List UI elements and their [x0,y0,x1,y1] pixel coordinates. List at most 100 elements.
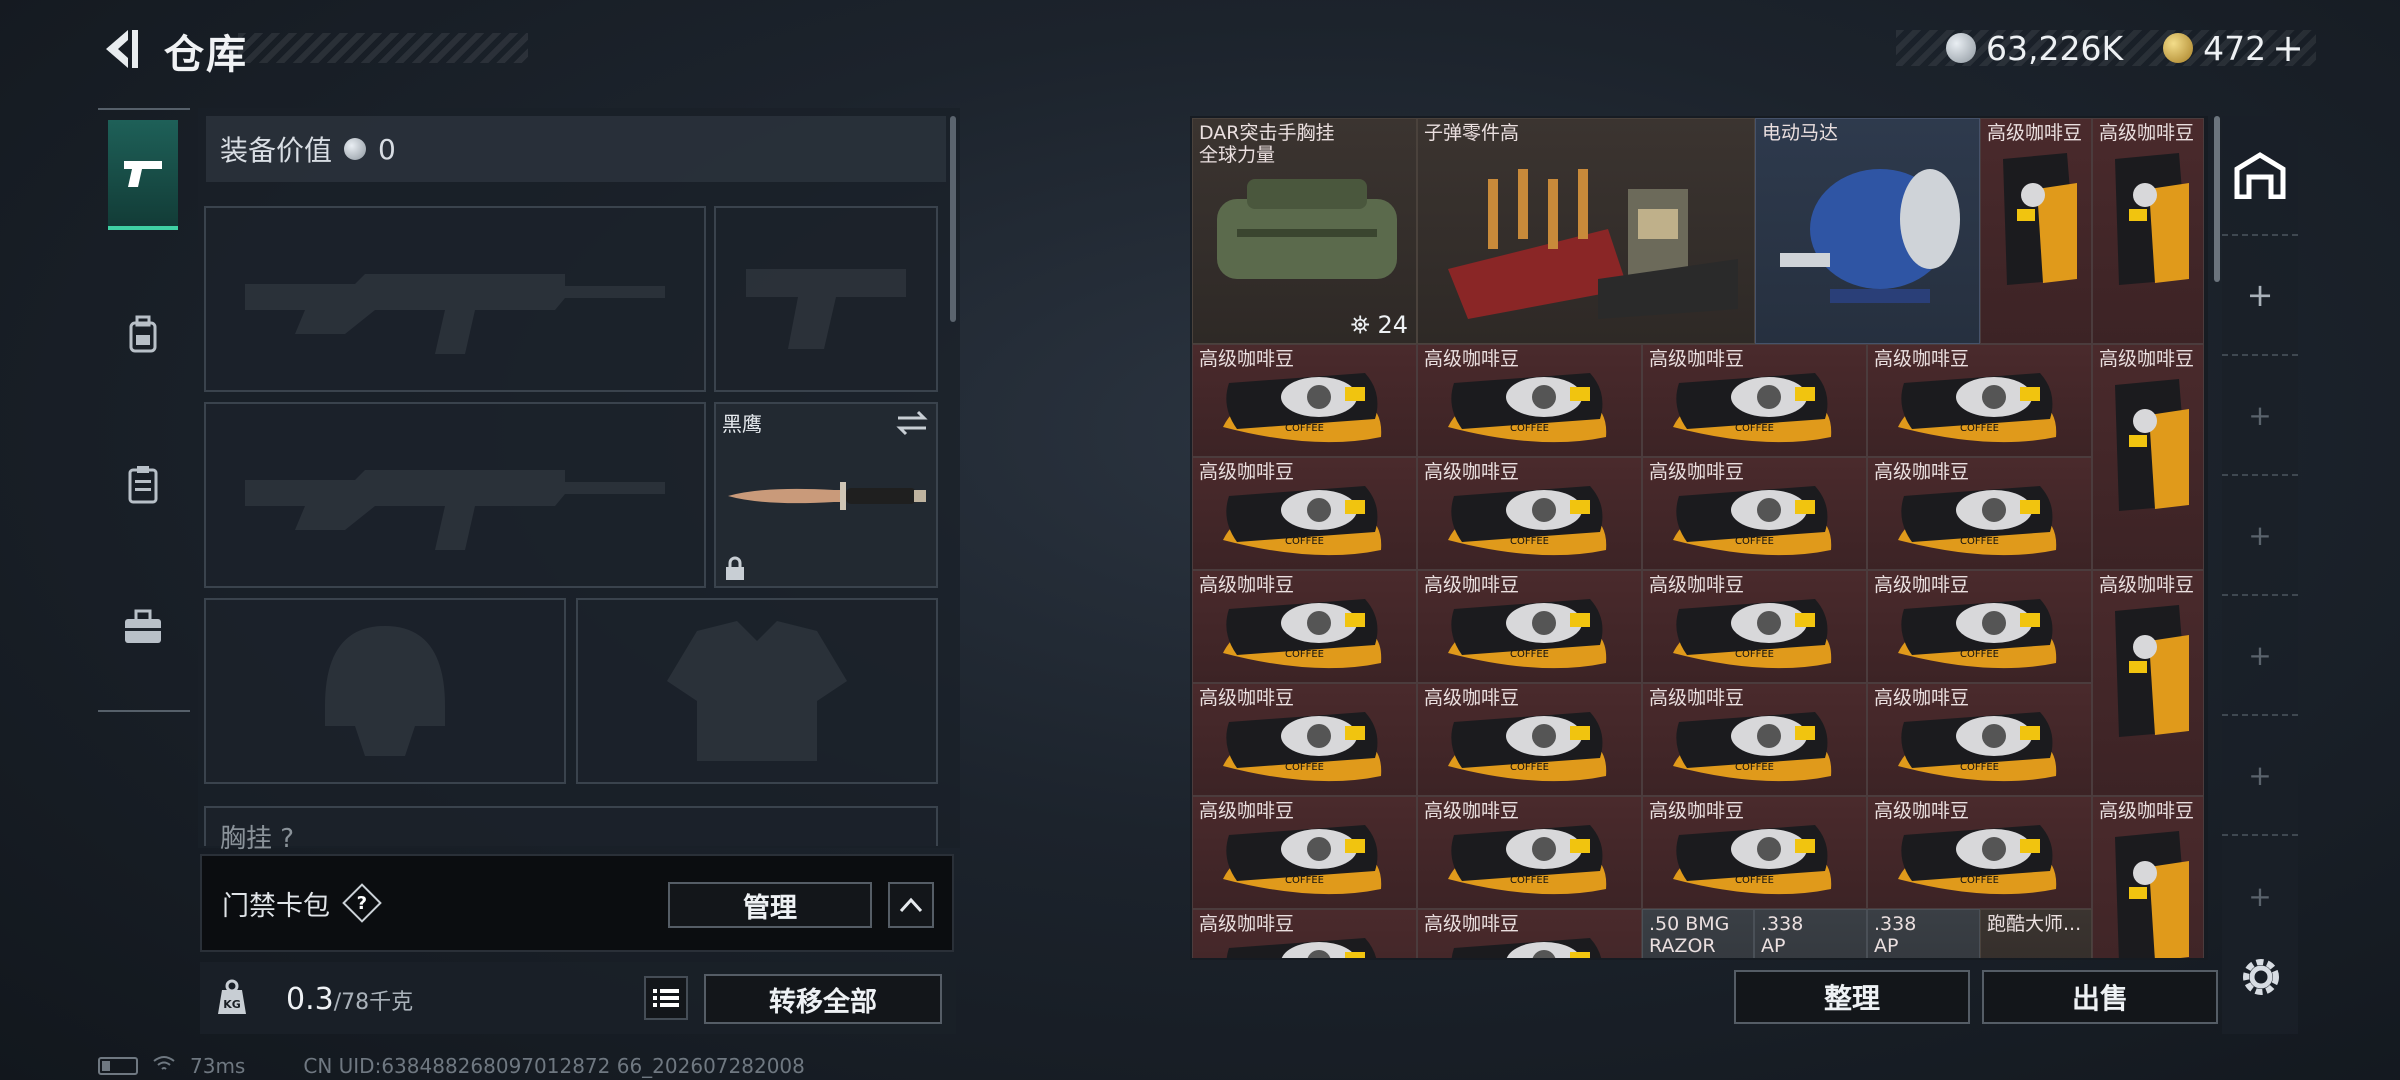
uid-text: CN UID:638488268097012872 66_20260728200… [303,1054,805,1078]
stash-item-coffee[interactable]: COFFEE 高级咖啡豆 [1417,344,1642,457]
stash-item-electric-motor[interactable]: 电动马达 [1755,118,1980,344]
tab-weapons[interactable] [108,120,178,230]
svg-text:COFFEE: COFFEE [1735,423,1774,434]
stash-item-coffee[interactable]: 高级咖啡豆 [1980,118,2092,344]
gold-coin-amount: 472 [2203,28,2267,68]
stash-item-coffee[interactable]: 高级咖啡豆 [2092,796,2204,958]
stash-item-coffee[interactable]: 高级咖啡豆 [2092,118,2204,344]
item-name: 高级咖啡豆 [1874,574,1970,596]
stash-tab-add-3[interactable]: + [2222,476,2298,596]
stash-item-coffee[interactable]: COFFEE 高级咖啡豆 [1417,796,1642,909]
pistol-silhouette-icon [716,208,936,390]
item-name: 跑酷大师... [1987,913,2082,935]
tab-case[interactable] [108,572,178,682]
stash-tab-main[interactable] [2222,116,2298,236]
item-name: 子弹零件高 [1424,122,1520,144]
stash-item-coffee[interactable]: COFFEE 高级咖啡豆 [1642,796,1867,909]
ping-value: 73ms [190,1054,246,1078]
stash-item-coffee[interactable]: COFFEE 高级咖啡豆 [1417,570,1642,683]
stash-item-coffee[interactable]: 高级咖啡豆 [2092,344,2204,570]
manage-button[interactable]: 管理 [668,882,872,928]
list-view-button[interactable] [644,976,688,1020]
backpack-icon [129,315,157,353]
stash-item-coffee[interactable]: COFFEE 高级咖啡豆 [1867,796,2092,909]
stash-item-coffee[interactable]: COFFEE 高级咖啡豆 [1192,457,1417,570]
collapse-button[interactable] [888,882,934,928]
stash-item-coffee[interactable]: COFFEE 高级咖啡豆 [1192,909,1417,958]
svg-text:COFFEE: COFFEE [1285,875,1324,886]
armor-slot[interactable] [576,598,938,784]
stash-item-coffee[interactable]: COFFEE 高级咖啡豆 [1867,344,2092,457]
pistol-slot[interactable] [714,206,938,392]
item-name: 高级咖啡豆 [1874,461,1970,483]
stash-tab-add-1[interactable]: + [2222,236,2298,356]
svg-text:COFFEE: COFFEE [1285,762,1324,773]
stash-item-ammo[interactable]: .338 AP [1754,909,1867,958]
equipment-value-row: 装备价值 0 [206,116,946,182]
stash-tab-add-4[interactable]: + [2222,596,2298,716]
card-pack-help-button[interactable]: ? [342,883,382,923]
melee-slot[interactable]: 黑鹰 [714,402,938,588]
tab-vest[interactable] [108,430,178,540]
stash-item-coffee[interactable]: 高级咖啡豆 [2092,570,2204,796]
helmet-silhouette-icon [206,600,564,782]
settings-gear-icon[interactable] [2236,952,2286,1002]
loadout-scrollbar[interactable] [950,116,956,322]
stash-item-coffee[interactable]: COFFEE 高级咖啡豆 [1417,909,1642,958]
transfer-all-button[interactable]: 转移全部 [704,974,942,1024]
svg-text:COFFEE: COFFEE [1510,762,1549,773]
stash-item-ammo[interactable]: .50 BMG RAZOR [1642,909,1754,958]
stash-item-coffee[interactable]: COFFEE 高级咖啡豆 [1192,683,1417,796]
stash-item-coffee[interactable]: COFFEE 高级咖啡豆 [1867,683,2092,796]
stash-item-coffee[interactable]: COFFEE 高级咖啡豆 [1417,683,1642,796]
stash-item-coffee[interactable]: COFFEE 高级咖啡豆 [1867,457,2092,570]
item-name: 高级咖啡豆 [1199,913,1295,935]
vest-icon [128,466,158,504]
stash-item-coffee[interactable]: COFFEE 高级咖啡豆 [1867,570,2092,683]
stash-tab-add-6[interactable]: + [2222,836,2298,956]
sell-button[interactable]: 出售 [1982,970,2218,1024]
back-arrow-icon [106,30,138,68]
stash-item-ammo-parts[interactable]: 子弹零件高 [1417,118,1755,344]
chevron-up-icon [899,897,923,913]
item-name: 高级咖啡豆 [1987,122,2083,144]
lock-icon [726,556,744,580]
stash-item-coffee[interactable]: COFFEE 高级咖啡豆 [1642,570,1867,683]
stash-item-coffee[interactable]: COFFEE 高级咖啡豆 [1192,796,1417,909]
stash-item-coffee[interactable]: COFFEE 高级咖啡豆 [1192,570,1417,683]
stash-item-misc[interactable]: 跑酷大师... [1980,909,2092,958]
title-decoration [238,33,528,63]
stash-scrollbar[interactable] [2214,116,2220,282]
primary-weapon-slot[interactable] [204,206,706,392]
kg-weight-icon[interactable]: KG [212,978,252,1018]
stash-tab-column: + + + + + + [2222,116,2298,1034]
add-currency-button[interactable]: + [2272,26,2304,70]
secondary-weapon-slot[interactable] [204,402,706,588]
stash-tab-add-2[interactable]: + [2222,356,2298,476]
svg-text:COFFEE: COFFEE [1735,536,1774,547]
weight-current: 0.3 [286,982,334,1017]
helmet-slot[interactable] [204,598,566,784]
svg-text:COFFEE: COFFEE [1960,536,1999,547]
stash-grid: DAR突击手胸挂 全球力量 ⛯ 24 子弹零件高 电动马达 高级咖啡豆 高级咖啡豆 COFF… [1192,118,2204,958]
stash-item-coffee[interactable]: COFFEE 高级咖啡豆 [1192,344,1417,457]
stash-item-coffee[interactable]: COFFEE 高级咖啡豆 [1642,344,1867,457]
item-name: 高级咖啡豆 [2099,800,2195,822]
stash-item-coffee[interactable]: COFFEE 高级咖啡豆 [1642,683,1867,796]
stash-item-ammo[interactable]: .338 AP [1867,909,1980,958]
item-name: 高级咖啡豆 [1649,348,1745,370]
item-name: .50 BMG RAZOR [1649,913,1730,957]
stash-item-coffee[interactable]: COFFEE 高级咖啡豆 [1417,457,1642,570]
status-bar: 73ms CN UID:638488268097012872 66_202607… [98,1054,805,1078]
swap-icon[interactable] [896,410,928,436]
sort-button[interactable]: 整理 [1734,970,1970,1024]
stash-tab-add-5[interactable]: + [2222,716,2298,836]
tab-backpack[interactable] [108,280,178,390]
back-button[interactable] [98,24,142,74]
chest-rig-slot[interactable] [204,806,938,846]
svg-text:COFFEE: COFFEE [1960,762,1999,773]
stash-item-chest-rig[interactable]: DAR突击手胸挂 全球力量 ⛯ 24 [1192,118,1417,344]
item-name: 高级咖啡豆 [1424,913,1520,935]
chest-rig-label: 胸挂 ? [220,824,295,854]
stash-item-coffee[interactable]: COFFEE 高级咖啡豆 [1642,457,1867,570]
